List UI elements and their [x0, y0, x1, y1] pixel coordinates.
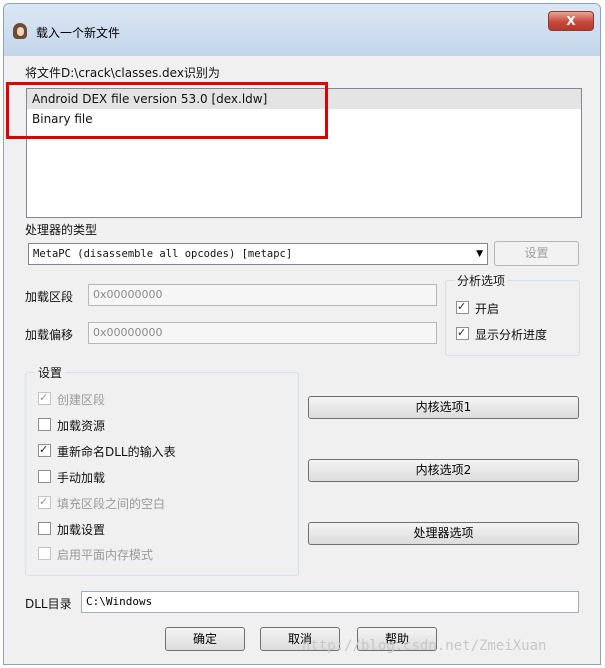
load-segment-label: 加载区段 [25, 290, 74, 304]
app-icon [13, 23, 27, 39]
checkbox-icon [38, 470, 51, 483]
watermark-text: http://blog.csdn.net/ZmeiXuan [302, 638, 547, 654]
checkbox-checked-icon [456, 324, 469, 342]
highlight-annotation [6, 82, 328, 139]
checkbox-icon [38, 522, 51, 535]
load-offset-field[interactable]: 0x00000000 [88, 322, 437, 344]
fill-segment-gaps-checkbox[interactable]: 填充区段之间的空白 [38, 493, 166, 513]
analysis-options-title: 分析选项 [455, 272, 508, 289]
close-button[interactable]: X [548, 11, 594, 31]
dropdown-arrow-icon[interactable]: ▼ [476, 244, 483, 264]
flat-memory-model-checkbox[interactable]: 启用平面内存模式 [38, 546, 153, 564]
checkbox-checked-icon [456, 298, 469, 316]
load-offset-label: 加载偏移 [25, 328, 74, 342]
load-resources-label: 加载资源 [57, 419, 106, 433]
analysis-options-group [445, 280, 580, 356]
fill-segment-gaps-label: 填充区段之间的空白 [57, 497, 166, 511]
checkbox-icon [38, 418, 51, 431]
rename-dll-imports-checkbox[interactable]: 重新命名DLL的输入表 [38, 441, 176, 461]
create-segments-checkbox[interactable]: 创建区段 [38, 389, 106, 409]
settings-title: 设置 [35, 364, 66, 381]
checkbox-checked-icon [38, 389, 51, 407]
processor-type-label: 处理器的类型 [25, 223, 98, 237]
flat-memory-model-label: 启用平面内存模式 [57, 548, 154, 562]
kernel-options-1-button[interactable]: 内核选项1 [308, 396, 579, 419]
checkbox-checked-icon [38, 441, 51, 459]
load-segment-field[interactable]: 0x00000000 [88, 284, 437, 306]
kernel-options-2-button[interactable]: 内核选项2 [308, 459, 579, 482]
checkbox-checked-icon [38, 493, 51, 511]
checkbox-icon [38, 547, 51, 560]
analysis-progress-label: 显示分析进度 [475, 328, 548, 342]
create-segments-label: 创建区段 [57, 393, 106, 407]
processor-type-value: MetaPC (disassemble all opcodes) [metapc… [33, 248, 293, 260]
analysis-enable-checkbox[interactable]: 开启 [456, 298, 500, 318]
analysis-enable-label: 开启 [475, 302, 500, 316]
load-settings-label: 加载设置 [57, 523, 106, 537]
file-prompt-label: 将文件D:\crack\classes.dex识别为 [25, 66, 220, 80]
processor-type-select[interactable]: MetaPC (disassemble all opcodes) [metapc… [28, 243, 488, 265]
rename-dll-imports-label: 重新命名DLL的输入表 [57, 445, 176, 459]
ok-button[interactable]: 确定 [165, 627, 245, 651]
load-settings-checkbox[interactable]: 加载设置 [38, 521, 105, 539]
manual-load-checkbox[interactable]: 手动加载 [38, 469, 105, 487]
dialog-title: 载入一个新文件 [36, 26, 121, 40]
title-bar[interactable]: 载入一个新文件 X [4, 4, 600, 56]
dll-directory-input[interactable]: C:\Windows [81, 591, 579, 613]
dll-directory-label: DLL目录 [25, 597, 72, 611]
processor-options-button[interactable]: 处理器选项 [308, 522, 579, 545]
analysis-progress-checkbox[interactable]: 显示分析进度 [456, 324, 548, 344]
processor-set-button[interactable]: 设置 [494, 241, 579, 266]
manual-load-label: 手动加载 [57, 471, 106, 485]
load-resources-checkbox[interactable]: 加载资源 [38, 417, 105, 435]
